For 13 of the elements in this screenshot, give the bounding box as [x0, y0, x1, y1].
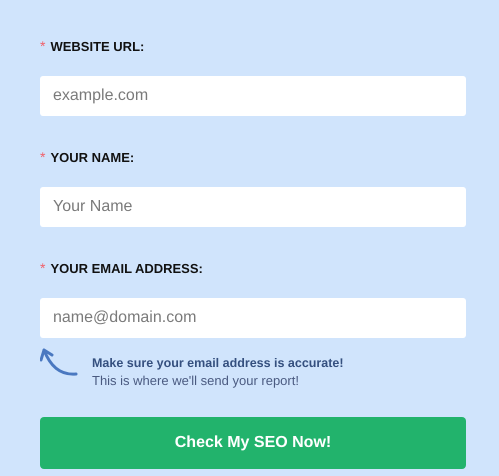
- submit-button[interactable]: Check My SEO Now!: [40, 417, 466, 469]
- field-label: YOUR NAME:: [50, 150, 134, 164]
- required-asterisk: *: [40, 260, 46, 276]
- hint-text: This is where we'll send your report!: [92, 372, 300, 389]
- required-asterisk: *: [40, 149, 46, 165]
- required-asterisk: *: [40, 38, 46, 54]
- curved-arrow-icon: [40, 346, 78, 378]
- hint-title: Make sure your email address is accurate!: [92, 355, 344, 372]
- input-field[interactable]: name@domain.com: [40, 298, 466, 338]
- input-field[interactable]: Your Name: [40, 187, 466, 227]
- input-field[interactable]: example.com: [40, 76, 466, 116]
- field-label: WEBSITE URL:: [50, 38, 144, 54]
- field-label: YOUR EMAIL ADDRESS:: [50, 260, 203, 276]
